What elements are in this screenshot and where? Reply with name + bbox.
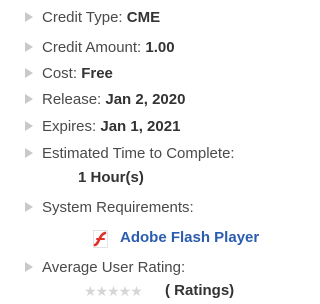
ratings-count: ( Ratings) bbox=[165, 282, 235, 299]
system-requirements-label: System Requirements: bbox=[42, 198, 194, 216]
credit-type-label: Credit Type: bbox=[42, 8, 127, 26]
estimated-time-value: 1 Hour(s) bbox=[78, 169, 144, 186]
flash-player-icon[interactable] bbox=[93, 230, 108, 248]
cost-label: Cost: bbox=[42, 64, 82, 82]
bullet-icon bbox=[25, 42, 33, 52]
credit-amount-label: Credit Amount: bbox=[42, 38, 146, 56]
expires-value: Jan 1, 2021 bbox=[100, 117, 181, 135]
adobe-flash-player-link[interactable]: Adobe Flash Player bbox=[120, 229, 259, 246]
bullet-icon bbox=[25, 94, 33, 104]
course-details-list: Credit Type: CME Credit Amount: 1.00 Cos… bbox=[0, 0, 280, 304]
rating-stars: ★★★★★ bbox=[84, 283, 143, 299]
bullet-icon bbox=[25, 68, 33, 78]
release-label: Release: bbox=[42, 90, 106, 108]
credit-type-value: CME bbox=[126, 8, 161, 26]
expires-label: Expires: bbox=[42, 117, 101, 135]
bullet-icon bbox=[25, 148, 33, 158]
credit-amount-value: 1.00 bbox=[145, 38, 175, 56]
bullet-icon bbox=[25, 262, 33, 272]
bullet-icon bbox=[25, 202, 33, 212]
cost-value: Free bbox=[81, 64, 113, 82]
bullet-icon bbox=[25, 121, 33, 131]
release-value: Jan 2, 2020 bbox=[105, 90, 186, 108]
estimated-time-label: Estimated Time to Complete: bbox=[42, 144, 235, 162]
bullet-icon bbox=[25, 12, 33, 22]
rating-label: Average User Rating: bbox=[42, 258, 186, 276]
